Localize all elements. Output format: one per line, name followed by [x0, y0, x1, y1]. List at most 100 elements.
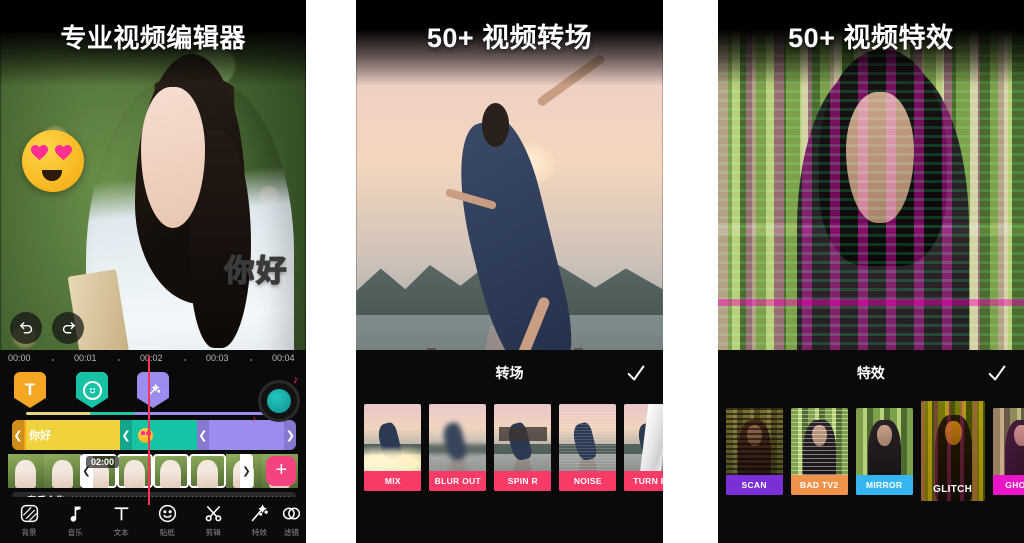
- toolbar-label: 特效: [251, 527, 267, 537]
- effect-label: BAD TV2: [790, 475, 848, 495]
- music-icon: [70, 506, 81, 522]
- toolbar-item-trim[interactable]: 剪辑: [190, 503, 236, 538]
- check-icon: [627, 365, 644, 381]
- ruler-dot: [52, 359, 54, 361]
- trim-icon: [205, 505, 222, 521]
- ruler-tick: 00:04: [272, 353, 295, 363]
- track-text-clip[interactable]: ❮ 你好: [12, 420, 121, 450]
- toolbar-item-effects[interactable]: 特效: [236, 503, 282, 538]
- film-frame[interactable]: [44, 454, 81, 488]
- toolbar-item-music[interactable]: 音乐: [52, 503, 98, 538]
- confirm-button[interactable]: [625, 362, 647, 389]
- toolbar-item-background[interactable]: 背景: [6, 503, 52, 538]
- undo-redo-group: [10, 312, 84, 344]
- film-frame-selected[interactable]: [189, 454, 226, 488]
- toolbar-label: 滤镜: [283, 527, 299, 537]
- panel-effects: 50+ 视频特效 特效 SCAN BAD TV2 MIRROR GLITCH G…: [717, 0, 1024, 543]
- clip-duration-badge: 02:00: [86, 456, 120, 468]
- track-handle-left[interactable]: ❮: [12, 420, 24, 450]
- transition-label: MIX: [364, 471, 422, 491]
- transition-label: TURN PA: [624, 471, 663, 491]
- ruler-tick: 00:03: [206, 353, 229, 363]
- transition-label: SPIN R: [494, 471, 552, 491]
- sheet-header: 转场: [356, 350, 662, 396]
- video-filmstrip[interactable]: [8, 454, 299, 488]
- toolbar-label: 剪辑: [205, 527, 221, 537]
- track-text-label: 你好: [29, 430, 51, 442]
- effect-label: SCAN: [725, 475, 783, 495]
- filter-icon: [282, 507, 300, 519]
- clip-trim-handle-right[interactable]: ❯: [240, 454, 253, 488]
- ruler-dot: [184, 359, 186, 361]
- effects-icon: [251, 503, 268, 521]
- sheet-title: 转场: [495, 365, 524, 381]
- redo-button[interactable]: [52, 312, 84, 344]
- glitch-shard: [717, 222, 1024, 235]
- record-button[interactable]: [258, 380, 301, 422]
- transition-label: NOISE: [559, 471, 617, 491]
- text-icon: [114, 506, 129, 520]
- music-note-decor-icon: ♪: [251, 414, 257, 424]
- glitch-shard: [717, 298, 1024, 306]
- toolbar-label: 音乐: [67, 527, 83, 537]
- overlay-text[interactable]: 你好: [224, 246, 288, 290]
- page-title: 50+ 视频转场: [426, 23, 593, 53]
- editor-toolbar[interactable]: 背景 音乐 文本 贴纸 剪辑 特效 滤镜: [0, 497, 307, 543]
- check-icon: [988, 365, 1006, 381]
- marker-effect[interactable]: [137, 372, 169, 408]
- transition-item-mix[interactable]: MIX: [364, 404, 422, 491]
- effect-item-bad-tv2[interactable]: BAD TV2: [790, 408, 848, 495]
- heart-eyes-emoji-icon: [138, 427, 154, 443]
- add-clip-button[interactable]: +: [266, 456, 297, 486]
- transition-item-blur-out[interactable]: BLUR OUT: [429, 404, 487, 491]
- film-frame-selected[interactable]: [153, 454, 190, 488]
- confirm-button[interactable]: [986, 362, 1008, 389]
- page-title: 50+ 视频特效: [788, 23, 954, 53]
- undo-button[interactable]: [10, 312, 42, 344]
- emoji-mouth: [42, 170, 62, 181]
- effect-item-scan[interactable]: SCAN: [725, 408, 783, 495]
- effect-item-mirror[interactable]: MIRROR: [855, 408, 913, 495]
- track-sticker-clip[interactable]: ❮: [120, 420, 197, 450]
- music-note-decor-icon: ♪: [292, 374, 299, 386]
- heart-eyes-emoji-icon[interactable]: [22, 130, 84, 192]
- transitions-sheet: 转场 MIX BLUR OUT SPIN R NOISE TURN: [356, 350, 663, 543]
- film-frame[interactable]: [8, 454, 45, 488]
- track-handle-left[interactable]: ❮: [196, 420, 209, 450]
- page-title: 专业视频编辑器: [60, 23, 246, 53]
- preview-dancer-head: [481, 103, 510, 147]
- marker-sticker[interactable]: [76, 372, 108, 408]
- ruler-dot: [118, 359, 120, 361]
- time-ruler[interactable]: 00:00 00:01 00:02 00:03 00:04: [0, 350, 306, 370]
- transition-item-spin-r[interactable]: SPIN R: [494, 404, 552, 491]
- transition-list[interactable]: MIX BLUR OUT SPIN R NOISE TURN: [364, 404, 663, 491]
- ruler-tick: 00:02: [140, 353, 163, 363]
- screenshot-showcase: 专业视频编辑器 你好 00:00 00:01 00:02 00:03 00:04…: [0, 0, 1024, 543]
- redo-icon: [62, 321, 75, 333]
- panel-transitions: 50+ 视频转场 转场 MIX BLUR OUT SPIN R NOISE TU…: [356, 0, 663, 543]
- toolbar-item-filter[interactable]: 滤镜: [282, 503, 300, 538]
- track-effect-clip[interactable]: ❮ ❯: [196, 420, 297, 450]
- playhead[interactable]: [148, 356, 150, 505]
- panel-editor: 专业视频编辑器 你好 00:00 00:01 00:02 00:03 00:04…: [0, 0, 307, 543]
- overlay-track-row[interactable]: ❮ 你好 ❮ ❮ ❯: [12, 420, 297, 450]
- effect-item-ghost[interactable]: GHOST: [992, 408, 1024, 495]
- toolbar-item-sticker[interactable]: 贴纸: [144, 503, 190, 538]
- background-icon: [20, 504, 38, 522]
- effect-item-glitch-selected[interactable]: GLITCH: [920, 401, 985, 501]
- toolbar-item-text[interactable]: 文本: [98, 503, 144, 538]
- sheet-header: 特效: [718, 350, 1024, 396]
- sheet-title: 特效: [856, 365, 885, 381]
- transition-item-noise[interactable]: NOISE: [559, 404, 617, 491]
- sticker-icon: [158, 504, 176, 522]
- marker-text[interactable]: T: [14, 372, 46, 408]
- effect-list[interactable]: SCAN BAD TV2 MIRROR GLITCH GHO: [725, 401, 1024, 501]
- track-handle-right[interactable]: ❯: [284, 420, 297, 450]
- effect-label: MIRROR: [855, 475, 913, 495]
- ruler-dot: [250, 359, 252, 361]
- toolbar-label: 文本: [113, 527, 129, 537]
- transition-item-turn-page[interactable]: TURN PA: [624, 404, 663, 491]
- range-bar-effect: [133, 412, 271, 415]
- track-handle-left[interactable]: ❮: [120, 420, 133, 450]
- undo-icon: [19, 321, 32, 333]
